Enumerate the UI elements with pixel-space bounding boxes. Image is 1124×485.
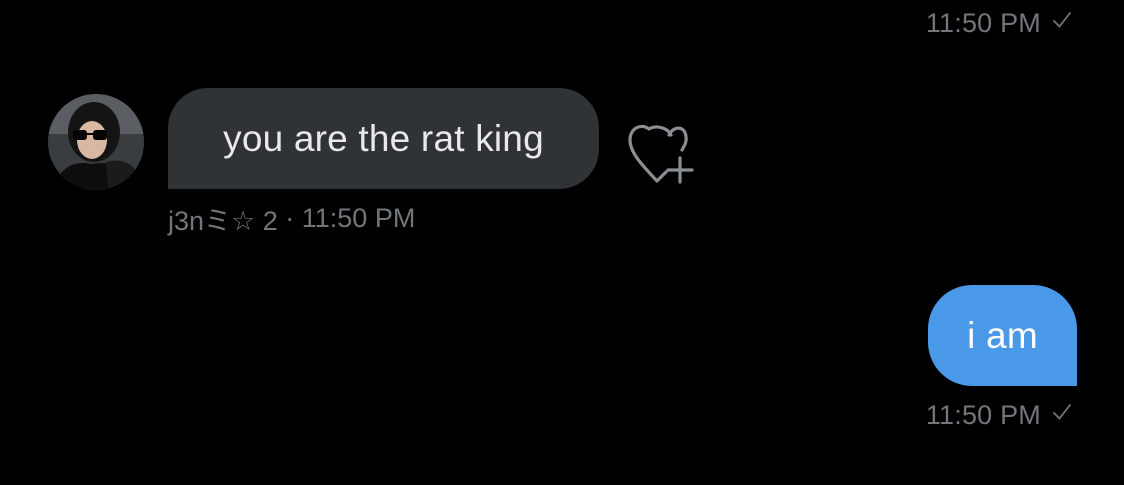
add-reaction-button[interactable] xyxy=(625,120,697,186)
timestamp-text: 11:50 PM xyxy=(925,7,1041,38)
incoming-message-meta: j3nミ☆ 2 · 11:50 PM xyxy=(168,201,416,236)
user-avatar-photo xyxy=(48,94,144,190)
outgoing-message-bubble[interactable]: i am xyxy=(928,285,1077,386)
sender-avatar[interactable] xyxy=(48,94,144,190)
message-timestamp-top: 11:50 PM xyxy=(926,6,1073,40)
meta-separator: · xyxy=(277,202,302,233)
dm-conversation: 11:50 PM you are the rat king j3nミ☆ 2 · … xyxy=(0,0,1124,485)
add-reaction-heart-icon xyxy=(628,124,694,184)
incoming-message-text: you are the rat king xyxy=(223,117,544,159)
checkmark-icon xyxy=(1051,401,1073,430)
incoming-message-bubble[interactable]: you are the rat king xyxy=(168,88,599,189)
outgoing-message-text: i am xyxy=(967,314,1038,356)
incoming-timestamp: 11:50 PM xyxy=(301,202,416,233)
sender-name: j3nミ☆ 2 xyxy=(168,205,278,236)
outgoing-timestamp: 11:50 PM xyxy=(925,399,1041,430)
checkmark-icon xyxy=(1051,9,1073,38)
outgoing-message-meta: 11:50 PM xyxy=(926,398,1073,432)
